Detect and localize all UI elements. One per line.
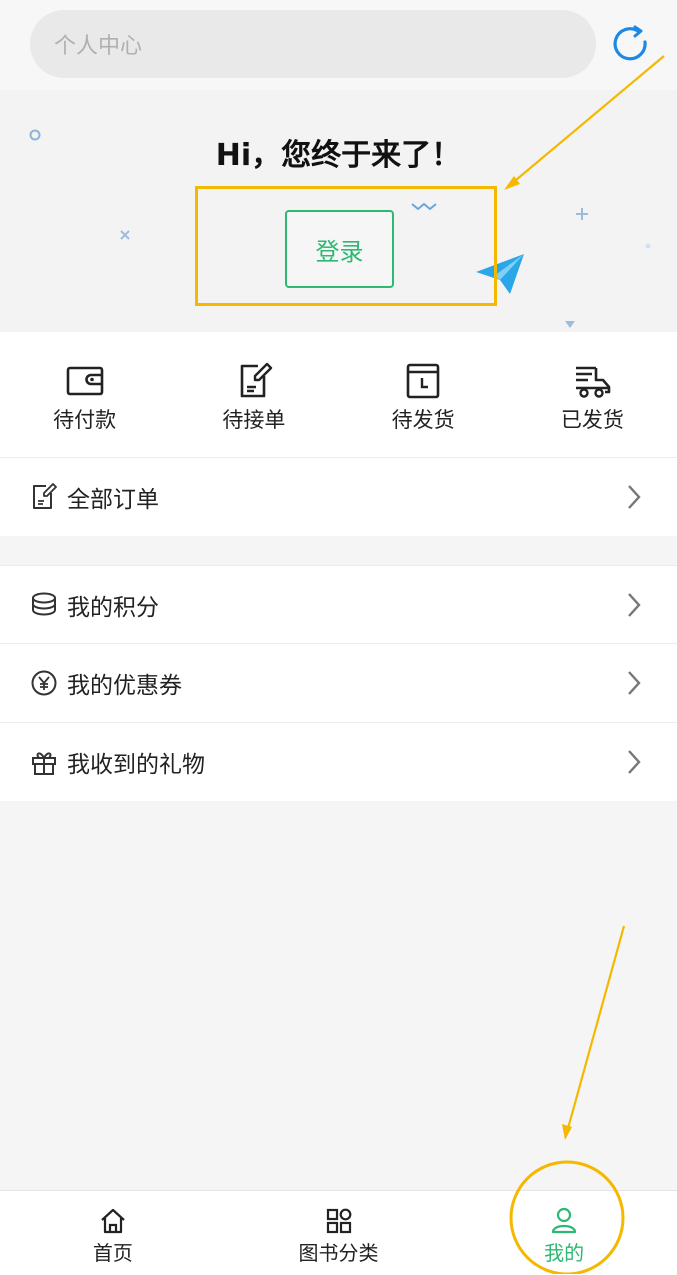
coins-icon bbox=[32, 592, 56, 616]
clock-calendar-icon bbox=[406, 363, 440, 399]
home-icon bbox=[101, 1208, 125, 1234]
all-orders-row[interactable]: 全部订单 bbox=[0, 458, 677, 536]
all-orders-label: 全部订单 bbox=[67, 487, 159, 513]
triangle-decoration bbox=[565, 321, 575, 328]
order-label: 待接单 bbox=[222, 408, 286, 432]
gifts-label: 我收到的礼物 bbox=[67, 752, 205, 778]
grid-icon bbox=[326, 1208, 351, 1234]
dot-decoration bbox=[645, 243, 651, 249]
order-label: 待付款 bbox=[53, 408, 117, 432]
tab-label: 首页 bbox=[92, 1241, 133, 1265]
yuan-coin-icon bbox=[31, 670, 57, 696]
annotation-highlight-box bbox=[195, 186, 497, 306]
plus-decoration bbox=[576, 208, 588, 220]
order-pending-ship[interactable]: 待发货 bbox=[339, 332, 508, 457]
order-label: 已发货 bbox=[560, 408, 624, 432]
chevron-right-icon bbox=[628, 671, 641, 695]
coupons-label: 我的优惠券 bbox=[67, 673, 182, 699]
greeting-title: Hi，您终于来了！ bbox=[215, 138, 462, 173]
circle-decoration bbox=[29, 129, 41, 141]
wallet-icon bbox=[66, 366, 103, 396]
order-shipped[interactable]: 已发货 bbox=[508, 332, 677, 457]
chevron-right-icon bbox=[628, 485, 641, 509]
order-pending-accept[interactable]: 待接单 bbox=[169, 332, 338, 457]
user-icon bbox=[552, 1207, 577, 1234]
points-row[interactable]: 我的积分 bbox=[0, 566, 677, 644]
chevron-right-icon bbox=[628, 750, 641, 774]
tab-label: 图书分类 bbox=[298, 1241, 379, 1265]
tab-book-categories[interactable]: 图书分类 bbox=[226, 1191, 452, 1275]
gift-icon bbox=[32, 752, 56, 775]
tab-mine[interactable]: 我的 bbox=[451, 1191, 677, 1275]
note-edit-icon bbox=[240, 362, 273, 398]
cross-decoration bbox=[120, 230, 130, 240]
tab-home[interactable]: 首页 bbox=[0, 1191, 226, 1275]
search-input[interactable]: 个人中心 bbox=[30, 10, 596, 78]
gifts-row[interactable]: 我收到的礼物 bbox=[0, 723, 677, 801]
refresh-icon[interactable] bbox=[608, 22, 652, 66]
chevron-right-icon bbox=[628, 593, 641, 617]
truck-icon bbox=[576, 366, 611, 398]
order-label: 待发货 bbox=[391, 408, 455, 432]
points-label: 我的积分 bbox=[67, 595, 159, 621]
order-list-icon bbox=[33, 483, 57, 509]
tab-label: 我的 bbox=[544, 1241, 585, 1265]
order-pending-payment[interactable]: 待付款 bbox=[0, 332, 169, 457]
search-placeholder: 个人中心 bbox=[54, 34, 143, 59]
top-bar: 个人中心 bbox=[0, 0, 677, 90]
coupons-row[interactable]: 我的优惠券 bbox=[0, 644, 677, 722]
bottom-tab-bar: 首页 图书分类 我的 bbox=[0, 1190, 677, 1275]
order-status-bar: 待付款 待接单 待发货 已发货 bbox=[0, 332, 677, 457]
annotation-arrow bbox=[562, 925, 626, 1140]
